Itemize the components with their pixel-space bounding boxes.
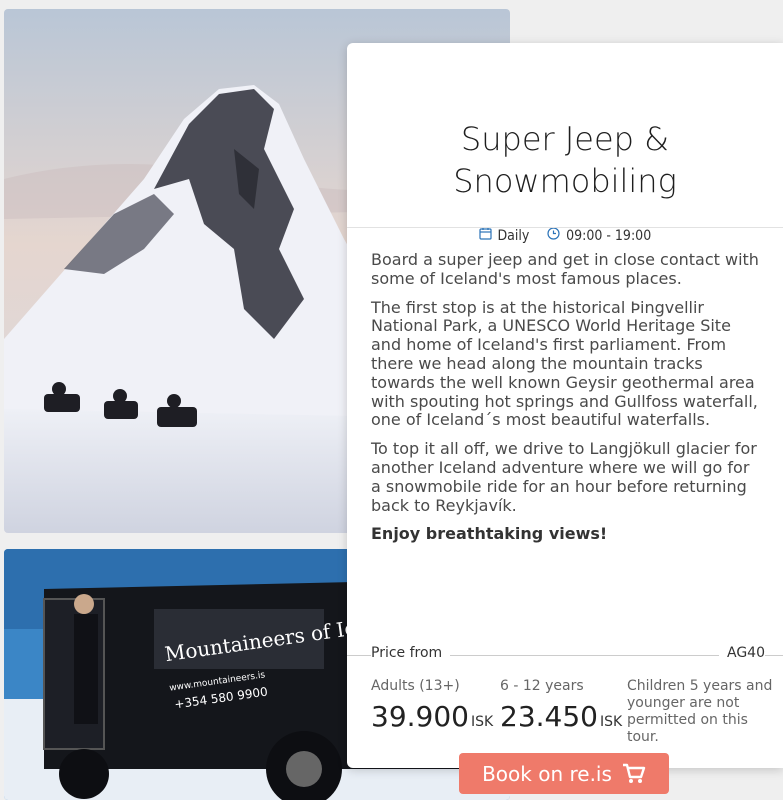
children-currency: ISK bbox=[599, 714, 623, 730]
children-restriction-note: Children 5 years and younger are not per… bbox=[627, 678, 773, 745]
description-paragraph-1: Board a super jeep and get in close cont… bbox=[371, 250, 759, 288]
description-paragraph-3: To top it all off, we drive to Langjökul… bbox=[371, 439, 757, 515]
adults-label: Adults (13+) bbox=[371, 678, 460, 694]
schedule-time: 09:00 - 19:00 bbox=[547, 227, 651, 244]
tour-title-line2: Snowmobiling bbox=[453, 162, 677, 200]
tour-info-card: Super Jeep & Snowmobiling Daily 09:00 - … bbox=[347, 43, 783, 768]
cart-icon bbox=[622, 763, 646, 785]
tour-description: Board a super jeep and get in close cont… bbox=[371, 250, 761, 554]
calendar-icon bbox=[479, 227, 496, 244]
tour-title-line1: Super Jeep & bbox=[460, 120, 670, 158]
adults-amount: 39.900 bbox=[371, 700, 469, 733]
children-price: 23.450 ISK bbox=[500, 700, 622, 733]
price-header: Price from AG40 bbox=[347, 645, 783, 665]
price-from-label: Price from bbox=[371, 645, 451, 661]
price-children: 6 - 12 years 23.450 ISK bbox=[500, 678, 622, 733]
book-button[interactable]: Book on re.is bbox=[459, 753, 669, 794]
schedule-days-text: Daily bbox=[497, 228, 530, 244]
description-paragraph-2: The first stop is at the historical Þing… bbox=[371, 297, 758, 430]
tour-title: Super Jeep & Snowmobiling bbox=[347, 118, 783, 202]
divider bbox=[347, 227, 783, 228]
tour-code: AG40 bbox=[719, 645, 765, 661]
children-amount: 23.450 bbox=[500, 700, 598, 733]
adults-price: 39.900 ISK bbox=[371, 700, 493, 733]
schedule-time-text: 09:00 - 19:00 bbox=[566, 228, 652, 244]
clock-icon bbox=[547, 227, 564, 244]
schedule-days: Daily bbox=[479, 227, 530, 244]
children-label: 6 - 12 years bbox=[500, 678, 584, 694]
tour-schedule: Daily 09:00 - 19:00 bbox=[347, 227, 783, 244]
book-button-label: Book on re.is bbox=[482, 761, 612, 786]
description-highlight: Enjoy breathtaking views! bbox=[371, 524, 608, 544]
price-adults: Adults (13+) 39.900 ISK bbox=[371, 678, 493, 733]
adults-currency: ISK bbox=[470, 714, 494, 730]
